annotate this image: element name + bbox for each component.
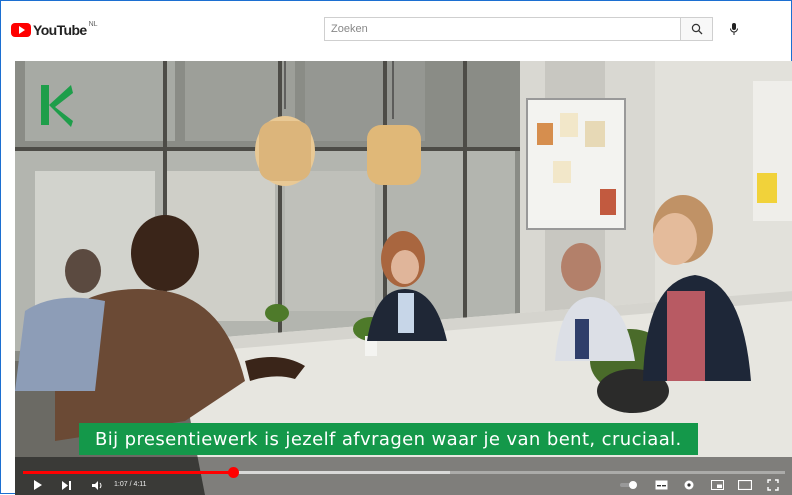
miniplayer-button[interactable] (709, 478, 725, 492)
miniplayer-icon (710, 480, 724, 490)
settings-icon (684, 480, 694, 490)
progress-bar[interactable] (23, 467, 785, 478)
progress-played (23, 471, 234, 474)
fullscreen-button[interactable] (765, 478, 781, 492)
time-display: 1:07 / 4:11 (114, 481, 147, 488)
voice-search-button[interactable] (722, 17, 746, 41)
theater-icon (738, 480, 752, 490)
country-code: NL (88, 20, 98, 28)
search-input[interactable] (325, 18, 677, 40)
next-button[interactable] (59, 478, 73, 492)
search-box (324, 17, 680, 41)
logo-text: YouTube (33, 22, 87, 38)
subtitle-caption: Bij presentiewerk is jezelf afvragen waa… (79, 423, 698, 455)
search-icon (691, 23, 702, 35)
subtitles-button[interactable] (653, 478, 669, 492)
player-controls: 1:07 / 4:11 (15, 475, 792, 495)
next-icon (61, 480, 71, 490)
search-button[interactable] (680, 17, 713, 41)
volume-button[interactable] (89, 478, 105, 492)
video-player[interactable]: Bij presentiewerk is jezelf afvragen waa… (15, 61, 792, 495)
mic-icon (730, 23, 738, 35)
play-button[interactable] (31, 478, 45, 492)
youtube-logo-icon (11, 23, 31, 37)
theater-mode-button[interactable] (737, 478, 753, 492)
autoplay-toggle[interactable] (619, 478, 639, 492)
autoplay-toggle-icon (620, 481, 637, 489)
browser-window: YouTube NL Zoeken Bij presentiewerk is j… (0, 0, 792, 495)
volume-icon (91, 480, 101, 490)
subtitles-icon (655, 480, 667, 490)
settings-button[interactable] (681, 478, 697, 492)
play-icon (34, 480, 42, 490)
youtube-logo[interactable]: YouTube NL (11, 20, 98, 38)
masthead: YouTube NL (1, 1, 791, 57)
fullscreen-icon (767, 479, 779, 491)
